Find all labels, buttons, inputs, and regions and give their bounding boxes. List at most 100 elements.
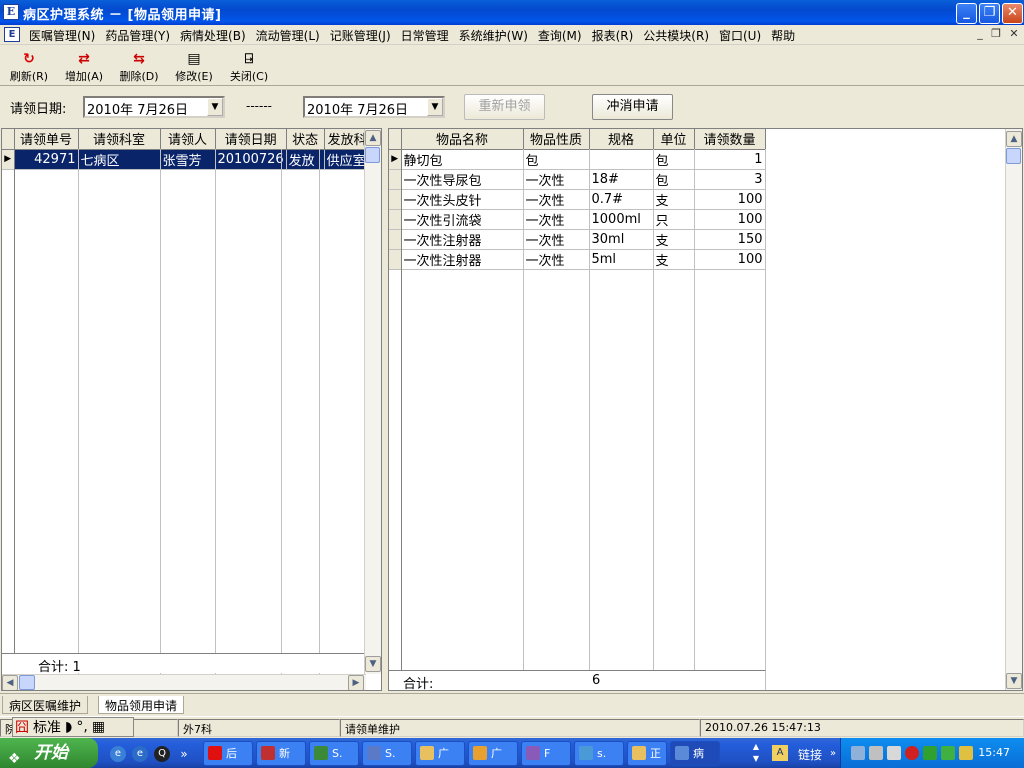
quicklaunch-browser-icon[interactable]: e — [132, 746, 148, 762]
table-row[interactable]: ▶ 静切包 包 包 1 — [389, 149, 766, 170]
mdi-child-icon[interactable]: E — [4, 27, 20, 42]
task-item[interactable]: 广 — [468, 741, 518, 766]
tab-order-maintenance[interactable]: 病区医嘱维护 — [2, 696, 89, 714]
column-header[interactable]: 请领科室 — [78, 129, 161, 150]
minimize-button[interactable]: _ — [956, 3, 977, 24]
clock[interactable]: 15:47 — [978, 746, 1010, 759]
column-header[interactable]: 单位 — [653, 129, 695, 150]
date-label: 请领日期: — [10, 102, 67, 117]
tab-item-requisition[interactable]: 物品领用申请 — [98, 696, 185, 714]
date-from-picker[interactable]: 2010年 7月26日 ▼ — [83, 96, 225, 118]
column-header[interactable]: 物品名称 — [401, 129, 524, 150]
scroll-left-icon[interactable]: ◀ — [2, 675, 18, 690]
stop-icon[interactable] — [905, 746, 919, 760]
quicklaunch-qq-icon[interactable]: Q — [154, 746, 170, 762]
half-width-icon[interactable]: ◗ — [63, 719, 74, 735]
column-header[interactable]: 规格 — [589, 129, 654, 150]
table-row[interactable]: 一次性导尿包 一次性 18# 包 3 — [389, 169, 766, 190]
scroll-right-icon[interactable]: ▶ — [348, 675, 364, 690]
refresh-button[interactable]: ↻ 刷新(R) — [4, 50, 54, 84]
edit-button[interactable]: ▤ 修改(E) — [169, 50, 219, 84]
quicklaunch-more-icon[interactable]: » — [176, 746, 192, 762]
mdi-minimize-button[interactable]: _ — [972, 28, 988, 42]
close-button[interactable]: ✕ — [1002, 3, 1023, 24]
task-item[interactable]: 广 — [415, 741, 465, 766]
scroll-up-icon[interactable]: ▲ — [365, 130, 381, 146]
toolbar: ↻ 刷新(R) ⇄ 增加(A) ⇆ 删除(D) ▤ 修改(E) ⍈ 关闭(C) — [0, 46, 1024, 86]
column-header[interactable]: 物品性质 — [523, 129, 590, 150]
date-to-picker[interactable]: 2010年 7月26日 ▼ — [303, 96, 445, 118]
network-icon[interactable] — [851, 746, 865, 760]
restore-button[interactable]: ❐ — [979, 3, 1000, 24]
task-item[interactable]: F — [521, 741, 571, 766]
chevron-down-icon[interactable]: ▼ — [207, 98, 223, 116]
table-row[interactable]: 一次性注射器 一次性 5ml 支 100 — [389, 249, 766, 270]
edit-document-icon: ▤ — [187, 51, 201, 67]
add-button[interactable]: ⇄ 增加(A) — [59, 50, 109, 84]
task-item[interactable]: S. — [362, 741, 412, 766]
links-more-icon[interactable]: » — [830, 748, 836, 759]
chevron-down-icon[interactable]: ▼ — [427, 98, 443, 116]
table-row[interactable]: 一次性注射器 一次性 30ml 支 150 — [389, 229, 766, 250]
system-tray: 15:47 — [840, 738, 1024, 768]
ime-toolbar[interactable]: 囧 标准 ◗ °, ▦ — [12, 717, 134, 737]
task-item[interactable]: 后 — [203, 741, 253, 766]
scroll-thumb[interactable] — [19, 675, 35, 690]
task-item[interactable]: s. — [574, 741, 624, 766]
soft-keyboard-icon[interactable]: ▦ — [90, 719, 107, 735]
scroll-down-icon[interactable]: ▼ — [365, 656, 381, 672]
menu-common[interactable]: 公共模块(R) — [638, 27, 714, 44]
ime-tray-icon[interactable]: A — [772, 745, 788, 761]
close-form-button[interactable]: ⍈ 关闭(C) — [224, 50, 274, 84]
scroll-thumb[interactable] — [1006, 148, 1021, 164]
menu-billing[interactable]: 记账管理(J) — [325, 27, 396, 44]
table-row[interactable]: ▶ 42971 七病区 张雪芳 20100726 发放 供应室 — [2, 149, 371, 170]
arrows-icon[interactable] — [941, 746, 955, 760]
scroll-down-icon[interactable]: ▼ — [1006, 673, 1022, 689]
left-vertical-scrollbar[interactable]: ▲ ▼ — [364, 129, 381, 674]
task-item[interactable]: S. — [309, 741, 359, 766]
table-row[interactable]: 一次性引流袋 一次性 1000ml 只 100 — [389, 209, 766, 230]
ime-mode[interactable]: 标准 — [31, 717, 63, 737]
right-vertical-scrollbar[interactable]: ▲ ▼ — [1005, 129, 1022, 690]
menu-condition[interactable]: 病情处理(B) — [175, 27, 251, 44]
task-item[interactable]: 正 — [627, 741, 667, 766]
mdi-restore-button[interactable]: ❐ — [988, 28, 1004, 42]
total-label: 合计: — [403, 677, 434, 691]
printer-icon[interactable] — [869, 746, 883, 760]
punctuation-icon[interactable]: °, — [74, 719, 89, 735]
scroll-thumb[interactable] — [365, 147, 380, 163]
scroll-up-icon[interactable]: ▲ — [1006, 131, 1022, 147]
left-horizontal-scrollbar[interactable]: ◀ ▶ — [2, 674, 366, 690]
menu-drugs[interactable]: 药品管理(Y) — [100, 27, 175, 44]
column-header[interactable]: 请领日期 — [215, 129, 287, 150]
app-tray-icon[interactable] — [923, 746, 937, 760]
mdi-close-button[interactable]: ✕ — [1006, 28, 1022, 42]
menu-daily[interactable]: 日常管理 — [396, 27, 454, 44]
menu-flow[interactable]: 流动管理(L) — [251, 27, 325, 44]
column-header[interactable]: 请领数量 — [694, 129, 766, 150]
requisition-items-grid[interactable]: 物品名称 物品性质 规格 单位 请领数量 ▶ 静切包 包 包 1 一次性导尿包 … — [388, 128, 1023, 691]
device-icon[interactable] — [887, 746, 901, 760]
requisition-list-grid[interactable]: 请领单号 请领科室 请领人 请领日期 状态 发放科 ▶ 42971 七病区 张雪… — [1, 128, 382, 691]
column-header[interactable]: 请领单号 — [14, 129, 79, 150]
menu-help[interactable]: 帮助 — [766, 27, 800, 44]
column-header[interactable]: 请领人 — [160, 129, 216, 150]
task-item[interactable]: 新 — [256, 741, 306, 766]
cancel-apply-button[interactable]: 冲消申请 — [592, 94, 673, 120]
table-row[interactable]: 一次性头皮针 一次性 0.7# 支 100 — [389, 189, 766, 210]
quicklaunch-ie-icon[interactable]: e — [110, 746, 126, 762]
reapply-button[interactable]: 重新申领 — [464, 94, 545, 120]
menu-system[interactable]: 系统维护(W) — [454, 27, 533, 44]
menu-query[interactable]: 查询(M) — [533, 27, 587, 44]
column-header[interactable]: 状态 — [286, 129, 325, 150]
pen-icon[interactable] — [959, 746, 973, 760]
start-button[interactable]: ❖ 开始 — [0, 738, 98, 768]
delete-button[interactable]: ⇆ 删除(D) — [114, 50, 164, 84]
menu-orders[interactable]: 医嘱管理(N) — [24, 27, 100, 44]
menu-window[interactable]: 窗口(U) — [714, 27, 766, 44]
menu-reports[interactable]: 报表(R) — [587, 27, 639, 44]
taskbar-scroll[interactable]: ▲ ▼ — [750, 741, 762, 765]
links-toolbar[interactable]: 链接 — [798, 746, 822, 763]
task-item-active[interactable]: 病 — [670, 741, 720, 766]
